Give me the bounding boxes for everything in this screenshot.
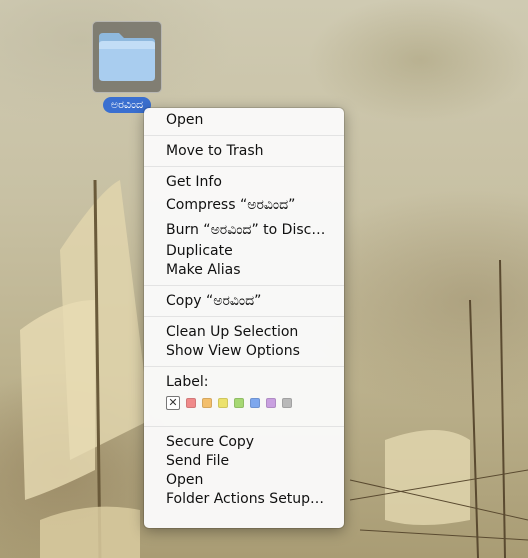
menu-separator — [144, 316, 344, 317]
menu-item-secure-copy[interactable]: Secure Copy — [144, 433, 344, 452]
menu-item-copy[interactable]: Copy “ಅರವಿಂದ” — [144, 292, 344, 311]
label-purple-swatch[interactable] — [266, 398, 276, 408]
label-gray-swatch[interactable] — [282, 398, 292, 408]
label-blue-swatch[interactable] — [250, 398, 260, 408]
menu-separator — [144, 426, 344, 427]
label-none-swatch[interactable]: ✕ — [166, 396, 180, 410]
menu-item-get-info[interactable]: Get Info — [144, 173, 344, 192]
menu-separator — [144, 366, 344, 367]
menu-item-show-view-options[interactable]: Show View Options — [144, 342, 344, 361]
label-yellow-swatch[interactable] — [218, 398, 228, 408]
menu-item-open[interactable]: Open — [144, 111, 344, 130]
menu-separator — [144, 135, 344, 136]
menu-item-burn[interactable]: Burn “ಅರವಿಂದ” to Disc… — [144, 221, 344, 240]
label-red-swatch[interactable] — [186, 398, 196, 408]
menu-item-folder-actions-setup[interactable]: Folder Actions Setup… — [144, 490, 344, 509]
context-menu: Open Move to Trash Get Info Compress “ಅರ… — [144, 108, 344, 528]
menu-item-clean-up-selection[interactable]: Clean Up Selection — [144, 323, 344, 342]
label-heading: Label: — [166, 374, 209, 390]
label-color-picker: ✕ — [144, 392, 344, 414]
folder-icon[interactable] — [97, 31, 157, 83]
menu-separator — [144, 285, 344, 286]
menu-item-make-alias[interactable]: Make Alias — [144, 261, 344, 280]
desktop-folder[interactable]: ಅರವಿಂದ — [91, 21, 163, 113]
folder-selection-highlight[interactable] — [92, 21, 162, 93]
label-orange-swatch[interactable] — [202, 398, 212, 408]
menu-item-send-file[interactable]: Send File — [144, 452, 344, 471]
menu-separator — [144, 166, 344, 167]
menu-item-compress[interactable]: Compress “ಅರವಿಂದ” — [144, 196, 344, 215]
menu-item-open-2[interactable]: Open — [144, 471, 344, 490]
menu-item-move-to-trash[interactable]: Move to Trash — [144, 142, 344, 161]
label-green-swatch[interactable] — [234, 398, 244, 408]
menu-item-duplicate[interactable]: Duplicate — [144, 242, 344, 261]
